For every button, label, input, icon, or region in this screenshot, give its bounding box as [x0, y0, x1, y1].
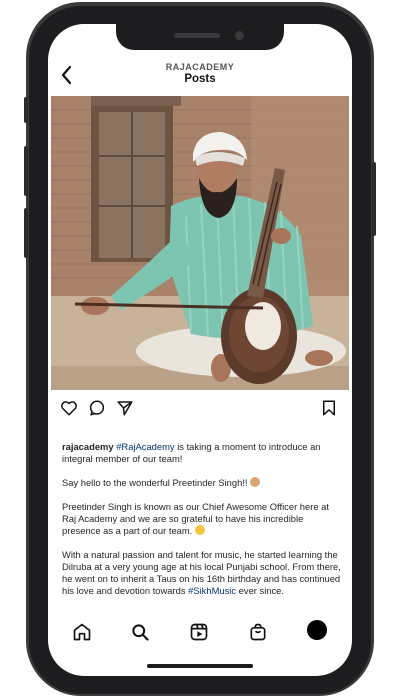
bottom-navigation	[48, 617, 352, 647]
search-icon[interactable]	[130, 622, 150, 642]
heart-icon[interactable]	[60, 399, 78, 417]
shop-bag-icon[interactable]	[248, 622, 268, 642]
front-camera	[235, 31, 244, 40]
mute-switch	[24, 97, 28, 123]
power-button	[372, 162, 376, 236]
volume-up-button	[24, 146, 28, 196]
hashtag-sikhmusic[interactable]: #SikhMusic	[188, 585, 236, 596]
speaker	[174, 33, 220, 38]
post-action-bar	[48, 396, 352, 420]
send-icon[interactable]	[116, 399, 134, 417]
caption-paragraph-4: With a natural passion and talent for mu…	[62, 549, 344, 597]
waving-hand-emoji-icon	[250, 477, 261, 487]
volume-down-button	[24, 208, 28, 258]
caption-text-5: ever since.	[236, 585, 284, 596]
caption-paragraph-2: Say hello to the wonderful Preetinder Si…	[62, 477, 344, 489]
caption-paragraph-1: rajacademy #RajAcademy is taking a momen…	[62, 441, 344, 465]
post-photo-illustration	[51, 96, 349, 390]
post-caption: rajacademy #RajAcademy is taking a momen…	[62, 441, 344, 611]
comment-icon[interactable]	[88, 399, 106, 417]
smiling-face-emoji-icon	[194, 525, 205, 535]
bookmark-icon[interactable]	[320, 399, 338, 417]
header-username: RAJACADEMY	[165, 62, 235, 72]
home-icon[interactable]	[72, 622, 92, 642]
posts-header: RAJACADEMY Posts	[48, 58, 352, 94]
caption-paragraph-3: Preetinder Singh is known as our Chief A…	[62, 501, 344, 537]
home-indicator[interactable]	[147, 664, 253, 668]
page-title: Posts	[184, 73, 216, 85]
profile-avatar-icon[interactable]	[307, 620, 327, 640]
caption-username[interactable]: rajacademy	[62, 441, 114, 452]
hashtag-rajacademy[interactable]: #RajAcademy	[116, 441, 174, 452]
reels-icon[interactable]	[189, 622, 209, 642]
post-image[interactable]	[51, 96, 349, 390]
caption-text-2: Say hello to the wonderful Preetinder Si…	[62, 477, 251, 488]
